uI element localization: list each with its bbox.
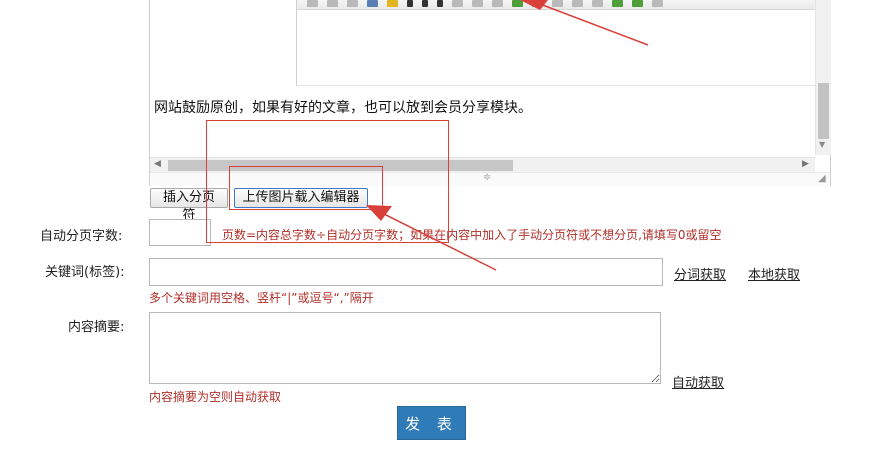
- insert-media-icon[interactable]: [552, 0, 563, 7]
- underline-icon[interactable]: [437, 0, 443, 7]
- resize-corner-icon[interactable]: ◢: [818, 173, 826, 184]
- scroll-right-arrow-icon[interactable]: ▶: [802, 159, 809, 169]
- summary-label: 内容摘要:: [68, 320, 125, 335]
- editor-toolbar: [297, 0, 831, 10]
- vertical-scroll-thumb[interactable]: [818, 83, 829, 139]
- italic-icon[interactable]: [422, 0, 428, 7]
- keywords-hint: 多个关键词用空格、竖杆“|”或逗号“,”隔开: [149, 291, 374, 305]
- upload-image-button[interactable]: 上传图片载入编辑器: [234, 188, 368, 208]
- keywords-input[interactable]: [149, 258, 663, 286]
- table-icon[interactable]: [592, 0, 603, 7]
- strikethrough-icon[interactable]: [452, 0, 463, 7]
- attachment-icon[interactable]: [572, 0, 583, 7]
- scroll-down-arrow-icon[interactable]: ▼: [819, 140, 825, 149]
- editor-horizontal-scrollbar[interactable]: ◀ ▶: [150, 157, 815, 173]
- auto-page-label: 自动分页字数:: [40, 229, 123, 244]
- format-icon[interactable]: [327, 0, 338, 7]
- link-icon[interactable]: [652, 0, 663, 7]
- bold-icon[interactable]: [407, 0, 413, 7]
- editor-content-text[interactable]: 网站鼓励原创，如果有好的文章，也可以放到会员分享模块。: [154, 97, 532, 117]
- summary-hint: 内容摘要为空则自动获取: [149, 390, 282, 404]
- local-keywords-link[interactable]: 本地获取: [748, 264, 800, 283]
- source-icon[interactable]: [632, 0, 643, 7]
- resize-grip-icon[interactable]: ≑: [483, 172, 491, 183]
- insert-flash-icon[interactable]: [532, 0, 543, 7]
- keywords-label: 关键词(标签):: [45, 265, 125, 280]
- auto-page-input[interactable]: [149, 219, 211, 246]
- paragraph-icon[interactable]: [347, 0, 358, 7]
- font-color-icon[interactable]: [367, 0, 378, 7]
- editor-vertical-scrollbar[interactable]: ▼: [815, 0, 831, 155]
- eraser-icon[interactable]: [492, 0, 503, 7]
- highlight-icon[interactable]: [387, 0, 398, 7]
- scroll-left-arrow-icon[interactable]: ◀: [154, 159, 161, 169]
- emoticon-icon[interactable]: [612, 0, 623, 7]
- rich-text-editor[interactable]: 网站鼓励原创，如果有好的文章，也可以放到会员分享模块。 ▼ ◀ ▶ ≑ ◢: [149, 0, 831, 186]
- subscript-icon[interactable]: [472, 0, 483, 7]
- editor-resize-bar[interactable]: ≑ ◢: [150, 172, 830, 186]
- auto-page-hint: 页数=内容总字数÷自动分页字数；如果在内容中加入了手动分页符或不想分页,请填写0…: [222, 228, 722, 242]
- horizontal-scroll-thumb[interactable]: [168, 160, 513, 171]
- editor-toolbar-frame: [296, 0, 831, 86]
- auto-summary-link[interactable]: 自动获取: [672, 372, 724, 391]
- submit-button[interactable]: 发 表: [397, 406, 466, 440]
- summary-textarea[interactable]: [149, 312, 661, 384]
- font-size-icon[interactable]: [307, 0, 318, 7]
- insert-image-icon[interactable]: [512, 0, 523, 7]
- insert-page-break-button[interactable]: 插入分页符: [150, 188, 228, 223]
- split-keywords-link[interactable]: 分词获取: [674, 264, 726, 283]
